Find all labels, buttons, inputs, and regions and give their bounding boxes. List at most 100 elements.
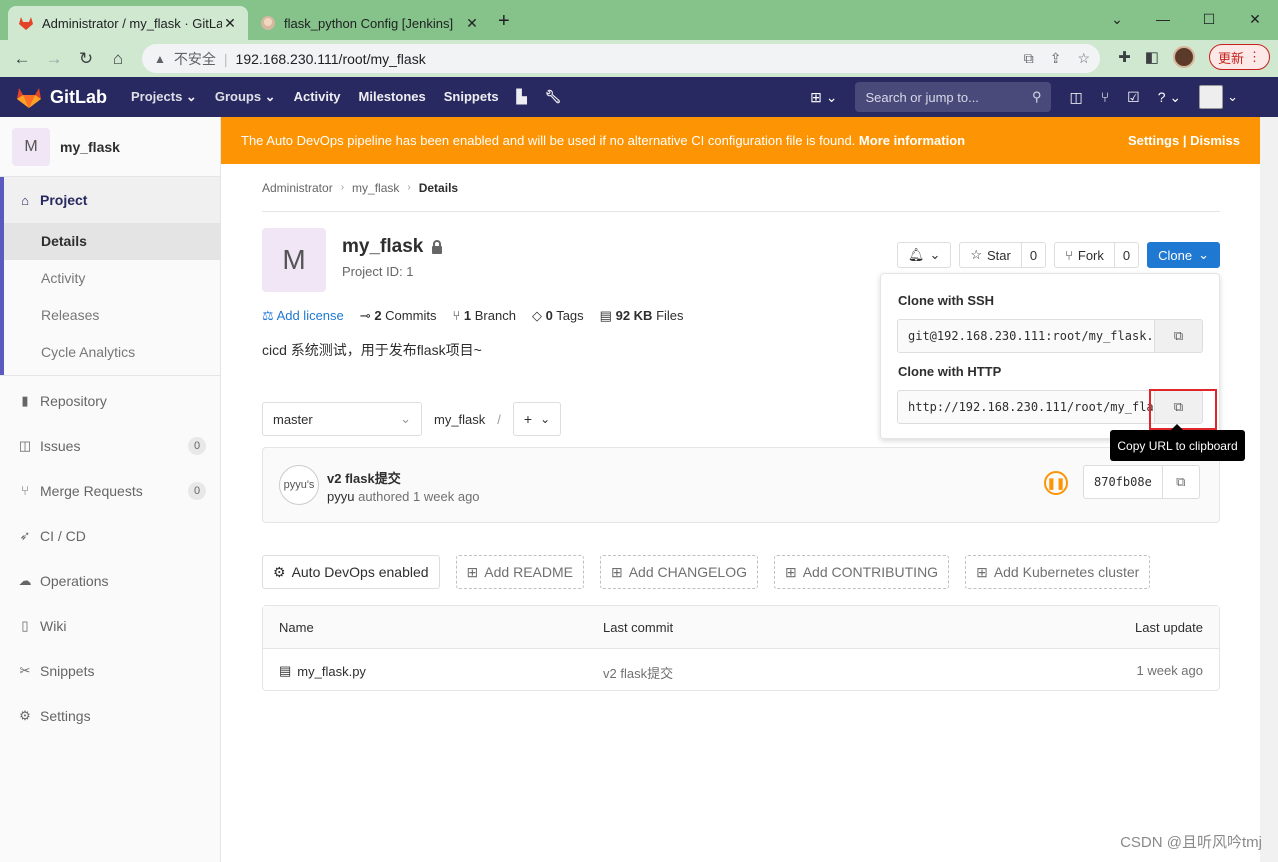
browser-tab-jenkins[interactable]: flask_python Config [Jenkins] ✕ <box>250 6 490 40</box>
star-count[interactable]: 0 <box>1020 243 1045 267</box>
sidebar-item-merge-requests[interactable]: ⑂ Merge Requests 0 <box>0 468 220 513</box>
sidebar-item-project[interactable]: ⌂ Project <box>4 177 220 223</box>
sidebar-item-operations[interactable]: ☁ Operations <box>0 558 220 603</box>
breadcrumb-admin[interactable]: Administrator <box>262 181 333 195</box>
file-last-commit[interactable]: v2 flask提交 <box>603 663 673 682</box>
chevron-down-icon: ⌄ <box>540 412 551 426</box>
sidebar-item-snippets[interactable]: ✂ Snippets <box>0 648 220 693</box>
sidebar-item-repository[interactable]: ▮ Repository <box>0 378 220 423</box>
menu-projects[interactable]: Projects ⌄ <box>131 89 197 105</box>
banner-dismiss-link[interactable]: Dismiss <box>1190 133 1240 148</box>
more-icon: ⋮ <box>1248 49 1261 64</box>
sidebar-item-issues[interactable]: ◫ Issues 0 <box>0 423 220 468</box>
notification-button[interactable]: 🔔︎ ⌄ <box>896 242 952 268</box>
commit-author[interactable]: pyyu <box>327 489 354 504</box>
fork-button[interactable]: ⑂ Fork 0 <box>1054 242 1140 268</box>
star-button[interactable]: ☆ Star 0 <box>959 242 1047 268</box>
sidebar-item-wiki[interactable]: ▯ Wiki <box>0 603 220 648</box>
file-last-update: 1 week ago <box>1136 663 1204 678</box>
gitlab-tanuki-icon <box>17 88 41 108</box>
share-icon[interactable]: ⇪ <box>1050 50 1062 67</box>
issues-icon[interactable]: ◫ <box>1069 89 1082 106</box>
ssh-url-input[interactable]: git@192.168.230.111:root/my_flask.git <box>898 320 1154 352</box>
new-tab-icon[interactable]: + <box>498 10 510 33</box>
menu-groups[interactable]: Groups ⌄ <box>215 89 276 105</box>
help-icon[interactable]: ? ⌄ <box>1158 89 1181 106</box>
bookmark-star-icon[interactable]: ☆ <box>1077 50 1090 67</box>
commit-title[interactable]: v2 flask提交 <box>327 468 401 487</box>
sidebar-item-settings[interactable]: ⚙ Settings <box>0 693 220 738</box>
add-file-button[interactable]: + ⌄ <box>512 402 562 436</box>
close-window-icon[interactable]: ✕ <box>1232 4 1278 34</box>
sidebar-item-ci-cd[interactable]: ➶ CI / CD <box>0 513 220 558</box>
reload-icon[interactable]: ↻ <box>72 45 100 73</box>
sidepanel-icon[interactable]: ◧ <box>1145 48 1159 66</box>
search-input[interactable]: Search or jump to... ⚲ <box>855 82 1052 112</box>
page-title: my_flask <box>342 236 443 258</box>
copy-ssh-button[interactable]: ⧉ <box>1154 320 1202 352</box>
sidebar-sub-cycle-analytics[interactable]: Cycle Analytics <box>4 334 220 371</box>
home-icon[interactable]: ⌂ <box>104 45 132 73</box>
profile-avatar[interactable] <box>1172 46 1195 68</box>
chart-icon[interactable]: ▙ <box>517 89 527 105</box>
tags-link[interactable]: ◇ 0 Tags <box>532 308 584 324</box>
menu-snippets[interactable]: Snippets <box>444 89 499 105</box>
address-bar[interactable]: ▲ 不安全 | 192.168.230.111/root/my_flask ⧉ … <box>142 44 1100 73</box>
add-license-link[interactable]: ⚖ Add license <box>262 308 344 324</box>
add-kubernetes-button[interactable]: ⊞ Add Kubernetes cluster <box>965 555 1151 589</box>
sidebar-sub-activity[interactable]: Activity <box>4 260 220 297</box>
breadcrumb: Administrator › my_flask › Details <box>262 164 1220 212</box>
breadcrumb-project[interactable]: my_flask <box>352 181 399 195</box>
commit-sha-value[interactable]: 870fb08e <box>1084 466 1163 498</box>
pipeline-paused-icon[interactable]: ❚❚ <box>1044 471 1068 495</box>
back-icon[interactable]: ← <box>8 45 36 73</box>
copy-icon[interactable]: ⧉ <box>1163 466 1199 498</box>
file-table-header: Name Last commit Last update <box>263 606 1219 649</box>
maximize-icon[interactable]: ☐ <box>1186 4 1232 34</box>
branch-count: 1 <box>463 308 472 323</box>
page-scrollbar[interactable] <box>1260 117 1278 862</box>
merge-request-icon[interactable]: ⑂ <box>1101 89 1109 105</box>
fork-count[interactable]: 0 <box>1113 243 1138 267</box>
commit-author-avatar[interactable]: pyyu's <box>279 465 319 505</box>
sidebar-sub-releases[interactable]: Releases <box>4 297 220 334</box>
auto-devops-button[interactable]: ⚙ Auto DevOps enabled <box>262 555 440 589</box>
jenkins-favicon-icon <box>260 15 276 31</box>
sidebar-project-header[interactable]: M my_flask <box>0 117 220 177</box>
wrench-icon[interactable]: 🔧︎ <box>545 89 562 105</box>
clone-button[interactable]: Clone ⌄ <box>1147 242 1220 268</box>
user-menu[interactable]: ⌄ <box>1199 85 1238 109</box>
highlight-box <box>1149 389 1217 430</box>
browser-tab-gitlab[interactable]: Administrator / my_flask · GitLab ✕ <box>8 6 248 40</box>
plus-square-icon[interactable]: ⊞ ⌄ <box>810 89 837 106</box>
forward-icon[interactable]: → <box>40 45 68 73</box>
branch-link[interactable]: ⑂ 1 Branch <box>452 308 516 324</box>
update-button[interactable]: 更新 ⋮ <box>1208 44 1270 70</box>
translate-icon[interactable]: ⧉ <box>1024 50 1034 67</box>
add-readme-button[interactable]: ⊞ Add README <box>455 555 584 589</box>
sidebar-item-label: Issues <box>40 437 81 454</box>
branch-select[interactable]: master ⌄ <box>262 402 422 436</box>
more-info-link[interactable]: More information <box>859 133 965 148</box>
files-link[interactable]: ▤ 92 KB Files <box>600 308 684 324</box>
menu-milestones[interactable]: Milestones <box>359 89 426 105</box>
commits-link[interactable]: ⊸ 2 Commits <box>360 308 437 324</box>
gitlab-logo[interactable]: GitLab <box>16 85 107 109</box>
minimize-icon[interactable]: — <box>1140 4 1186 34</box>
todo-icon[interactable]: ☑ <box>1127 89 1140 106</box>
close-tab-icon[interactable]: ✕ <box>222 15 238 32</box>
extensions-icon[interactable]: ✚ <box>1118 48 1131 66</box>
close-tab-icon[interactable]: ✕ <box>464 15 480 32</box>
menu-activity[interactable]: Activity <box>294 89 341 105</box>
banner-settings-link[interactable]: Settings <box>1128 133 1179 148</box>
http-url-input[interactable]: http://192.168.230.111/root/my_flask.git <box>898 391 1154 423</box>
add-contributing-button[interactable]: ⊞ Add CONTRIBUTING <box>773 555 950 589</box>
lock-icon <box>431 240 443 254</box>
sidebar-sub-details[interactable]: Details <box>4 223 220 260</box>
file-link[interactable]: ▤ my_flask.py <box>279 663 366 679</box>
add-changelog-button[interactable]: ⊞ Add CHANGELOG <box>599 555 758 589</box>
repo-path-root[interactable]: my_flask <box>434 412 485 427</box>
breadcrumb-current[interactable]: Details <box>419 181 458 195</box>
window-controls: ⌄ — ☐ ✕ <box>1094 4 1278 34</box>
collapse-icon[interactable]: ⌄ <box>1094 4 1140 34</box>
